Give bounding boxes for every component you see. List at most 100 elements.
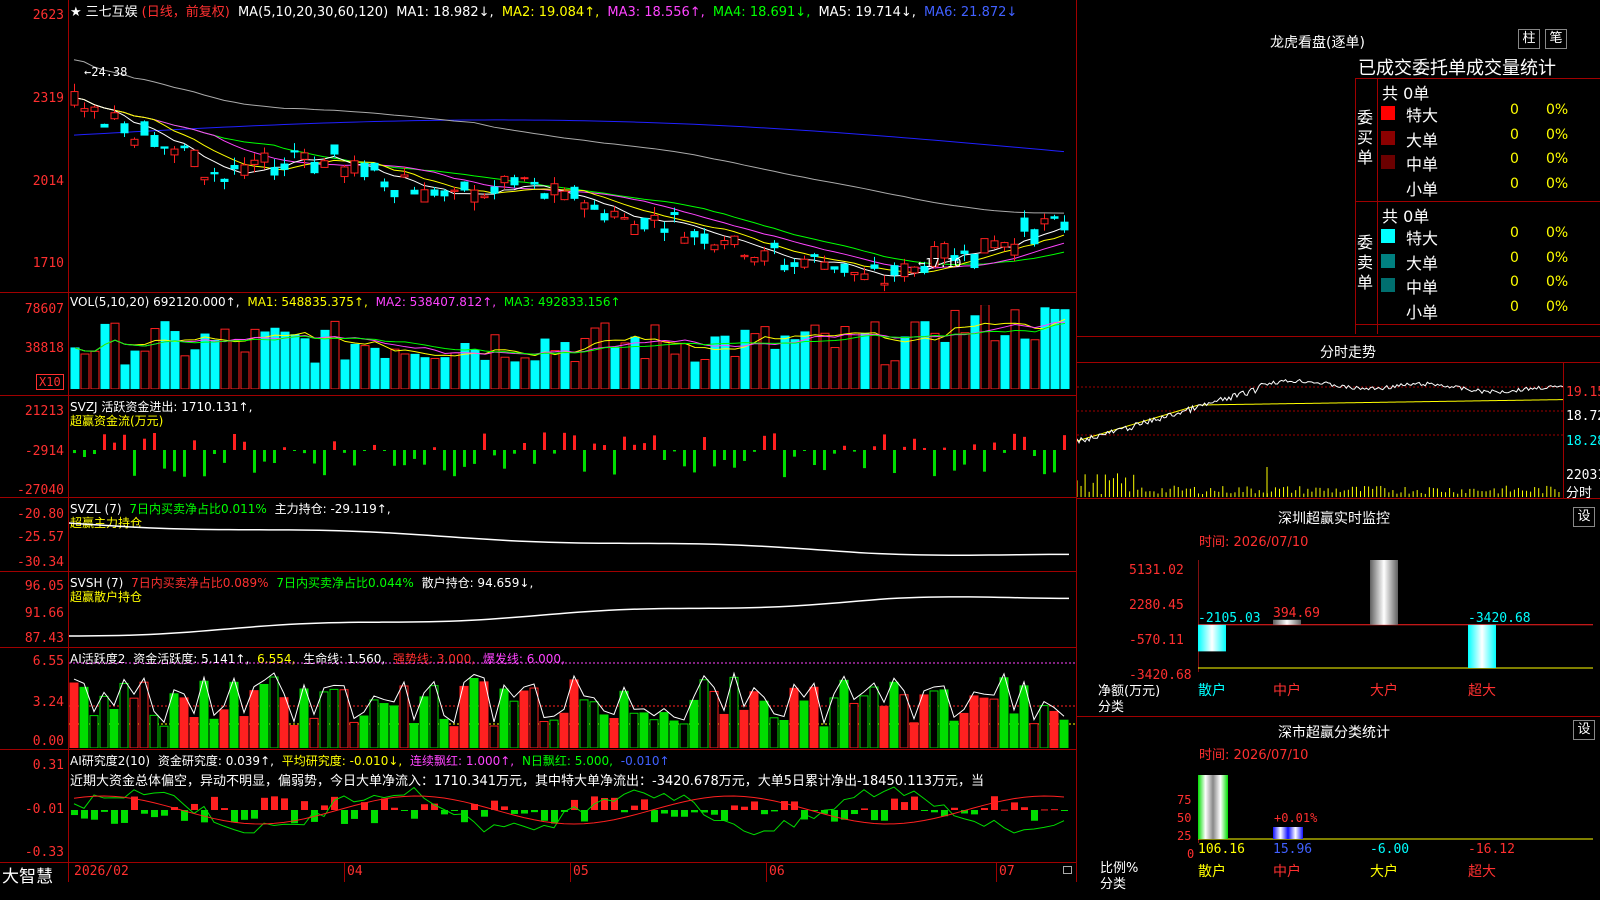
svzj-bar: [293, 450, 296, 451]
stats-bar-中户: [1273, 827, 1303, 839]
kline-chart[interactable]: [69, 16, 1076, 292]
ai-active-bar: [779, 719, 789, 748]
candle-body: [500, 175, 509, 184]
vol-bar: [150, 328, 160, 389]
candle-body: [770, 242, 779, 249]
svzj-bar: [933, 450, 936, 477]
candle-body: [160, 146, 169, 149]
svzj-bar: [1013, 433, 1016, 450]
stats-settings-button[interactable]: 设: [1573, 720, 1595, 740]
ai-research-bar: [251, 810, 258, 819]
ai-active-bar: [439, 718, 449, 748]
ai-active-chart[interactable]: [69, 660, 1076, 748]
ai-active-bar: [239, 716, 249, 748]
vol-bar: [540, 338, 550, 389]
stats-axis-0: 75: [1177, 793, 1192, 807]
ai-research-bar: [751, 801, 758, 810]
brand-logo[interactable]: 大智慧: [2, 862, 53, 887]
ai-active-bar: [729, 676, 739, 748]
ai-research-bar: [191, 803, 198, 810]
intraday-chart[interactable]: [1077, 363, 1563, 497]
ai-active-bar: [329, 688, 339, 748]
stats-cat-label: 超大: [1468, 864, 1496, 880]
svzj-bar: [493, 450, 496, 456]
ai-active-bar: [1009, 713, 1019, 748]
vol-bar: [360, 345, 370, 389]
ai-research-c: 连续飘红: 1.000↑,: [410, 754, 515, 768]
buy-swatch-1: [1381, 130, 1395, 145]
buy-orders-label: 委买单: [1357, 108, 1374, 167]
date-axis-0: 2026/02: [74, 864, 129, 879]
vol-bar: [820, 332, 830, 389]
buy-label-1: 大单: [1406, 130, 1439, 150]
ai-research-bar: [161, 810, 168, 816]
intraday-axis-0: 19.15: [1566, 385, 1600, 400]
vol-bar: [740, 329, 750, 389]
svzj-bar: [73, 450, 76, 454]
ai-active-bar: [489, 725, 499, 748]
ai-research-bar: [1011, 802, 1018, 810]
monitor-bar-超大: [1468, 624, 1496, 668]
svzj-bar: [83, 450, 86, 458]
candle-body: [450, 189, 459, 192]
vol-bar: [900, 336, 910, 389]
svzj-chart[interactable]: [69, 410, 1076, 495]
vol-chart[interactable]: [69, 305, 1076, 389]
svzj-bar: [743, 450, 746, 461]
ai-research-bar: [681, 810, 688, 817]
ai-active-bar: [219, 709, 229, 748]
lock-icon[interactable]: [1063, 866, 1072, 874]
tick-view-button[interactable]: 笔: [1545, 29, 1567, 49]
svzj-bar: [973, 444, 976, 450]
ai-active-bar: [399, 685, 409, 748]
bar-view-button[interactable]: 柱: [1518, 29, 1540, 49]
svzj-bar: [663, 450, 666, 461]
svzj-bar: [123, 434, 126, 450]
sell-label-0: 特大: [1406, 229, 1439, 248]
svzj-bar: [803, 450, 806, 451]
buy-value-2: 0: [1510, 151, 1519, 167]
monitor-chart[interactable]: -2105.03 散户 394.69 中户 5131.02 大户 -3420.68 超大: [1198, 560, 1600, 710]
stats-value-label: -16.12: [1468, 842, 1515, 857]
ai-active-bar: [1019, 685, 1029, 748]
ai-active-bar: [959, 712, 969, 748]
svzj-bar: [763, 435, 766, 450]
candle-body: [610, 210, 619, 218]
ai-active-bar: [879, 705, 889, 748]
vol-bar: [940, 341, 950, 389]
ai-active-bar: [739, 709, 749, 748]
svzj-bar: [993, 442, 996, 450]
ai-research-bar: [261, 797, 268, 810]
ma6-line: [73, 119, 1065, 153]
ai-active-axis-2: 0.00: [32, 734, 64, 749]
ai-research-bar: [121, 810, 128, 823]
svzj-bar: [333, 441, 336, 450]
ai-active-bar: [679, 723, 689, 748]
monitor-settings-button[interactable]: 设: [1573, 507, 1595, 527]
vol-bar: [780, 335, 790, 389]
candle-body: [180, 145, 189, 149]
vol-bar: [450, 352, 460, 389]
ai-research-chart[interactable]: [69, 780, 1076, 860]
vol-bar: [100, 323, 110, 389]
kline-axis-1: 2319: [32, 91, 64, 106]
svzj-bar: [783, 450, 786, 478]
svzj-bar: [733, 450, 736, 468]
svzj-bar: [673, 450, 676, 452]
svsh-chart[interactable]: [69, 580, 1076, 646]
stats-chart[interactable]: 106.16 散户 15.96 中户 -6.00 大户 -16.12 超大 +0.01%: [1198, 775, 1600, 900]
candle-body: [910, 266, 919, 274]
svzj-bar: [713, 450, 716, 467]
svzj-bar: [483, 433, 486, 450]
ai-active-bar: [859, 695, 869, 748]
ai-active-bar: [899, 694, 909, 748]
svzj-bar: [323, 450, 326, 476]
vol-bar: [70, 347, 80, 389]
ai-research-bar: [341, 810, 348, 824]
svzl-chart[interactable]: [69, 515, 1076, 570]
ai-active-bar: [169, 693, 179, 748]
vol-bar: [1040, 307, 1050, 389]
svzj-bar: [583, 450, 586, 472]
ai-active-bar: [929, 690, 939, 748]
candle-body: [750, 256, 759, 263]
